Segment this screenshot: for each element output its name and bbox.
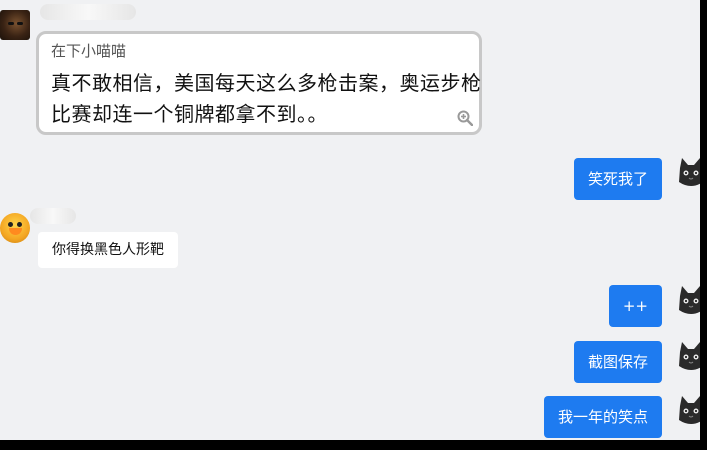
quoted-message-bubble[interactable]: 在下小喵喵 真不敢相信，美国每天这么多枪击案，奥运步枪比赛却连一个铜牌都拿不到。… [36, 31, 482, 135]
sender-avatar-1[interactable] [0, 10, 30, 40]
zoom-in-icon[interactable] [457, 110, 473, 126]
avatar-eye [8, 22, 14, 25]
cat-avatar[interactable] [676, 284, 700, 320]
incoming-message[interactable]: 你得换黑色人形靶 [38, 232, 178, 268]
cat-avatar[interactable] [676, 340, 700, 376]
cat-avatar[interactable] [676, 394, 700, 430]
sender-name-redacted [30, 208, 76, 224]
outgoing-message[interactable]: 我一年的笑点 [543, 396, 662, 438]
outgoing-message[interactable]: 笑死我了 [573, 158, 662, 200]
avatar-eye [17, 222, 22, 227]
outgoing-message[interactable]: ++ [608, 285, 662, 327]
sender-name-redacted [40, 4, 136, 20]
avatar-eye [17, 22, 23, 25]
chat-window: 在下小喵喵 真不敢相信，美国每天这么多枪击案，奥运步枪比赛却连一个铜牌都拿不到。… [0, 0, 700, 440]
outgoing-message[interactable]: 截图保存 [573, 341, 662, 383]
avatar-eye [8, 222, 13, 227]
cat-avatar[interactable] [676, 156, 700, 192]
quoted-message-text: 真不敢相信，美国每天这么多枪击案，奥运步枪比赛却连一个铜牌都拿不到。。 [51, 71, 482, 126]
quoted-sender-name: 在下小喵喵 [51, 42, 127, 60]
avatar-beak [9, 228, 22, 235]
sender-avatar-2[interactable] [0, 213, 30, 243]
